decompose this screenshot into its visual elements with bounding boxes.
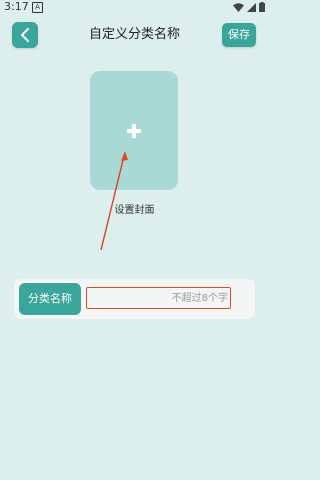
- status-icons: [233, 2, 265, 12]
- status-time: 3:17: [4, 0, 29, 13]
- signal-icon: [247, 2, 256, 12]
- wifi-icon: [233, 2, 244, 12]
- category-name-input[interactable]: [86, 287, 231, 309]
- battery-icon: [259, 2, 265, 12]
- category-name-row: 分类名称: [14, 279, 255, 319]
- cover-label: 设置封面: [114, 205, 155, 216]
- status-bar: 3:17 A: [0, 0, 269, 14]
- plus-icon: [127, 123, 141, 138]
- save-button[interactable]: 保存: [222, 23, 256, 47]
- category-name-label: 分类名称: [19, 283, 81, 315]
- notification-icon: A: [32, 2, 43, 13]
- cover-upload-button[interactable]: [90, 71, 178, 190]
